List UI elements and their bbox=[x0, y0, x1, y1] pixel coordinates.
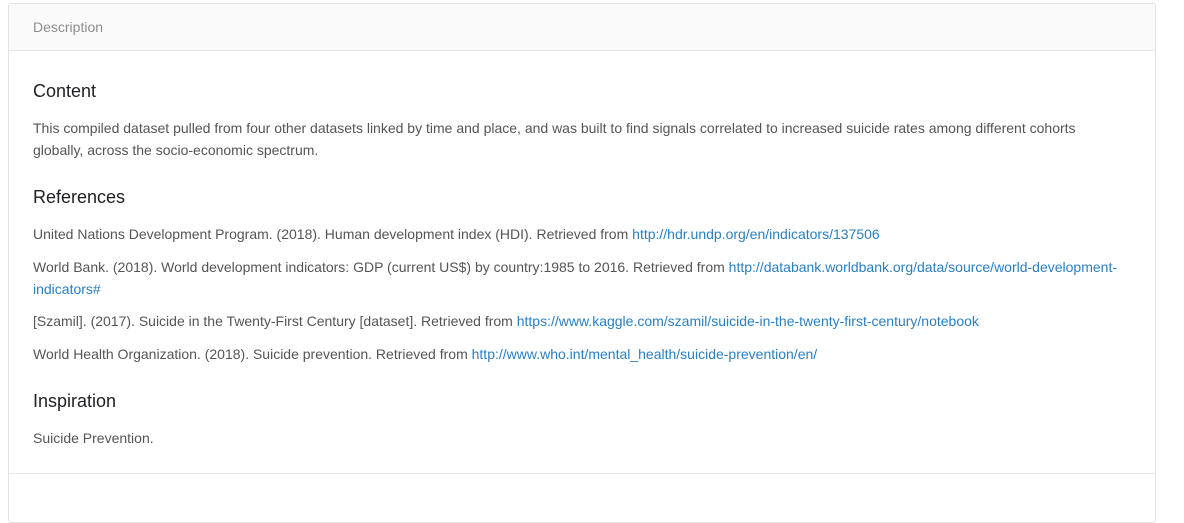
content-text: This compiled dataset pulled from four o… bbox=[33, 120, 1076, 158]
footer-divider bbox=[9, 473, 1155, 474]
reference-text: [Szamil]. (2017). Suicide in the Twenty-… bbox=[33, 313, 517, 329]
reference-item: [Szamil]. (2017). Suicide in the Twenty-… bbox=[33, 311, 1123, 333]
reference-link[interactable]: http://www.who.int/mental_health/suicide… bbox=[472, 346, 818, 362]
reference-link[interactable]: http://hdr.undp.org/en/indicators/137506 bbox=[632, 226, 880, 242]
panel-header-label: Description bbox=[33, 18, 104, 35]
inspiration-heading: Inspiration bbox=[33, 391, 117, 411]
reference-text: United Nations Development Program. (201… bbox=[33, 226, 633, 242]
panel-header: Description bbox=[9, 4, 1155, 51]
reference-item: United Nations Development Program. (201… bbox=[33, 224, 1123, 246]
content-heading: Content bbox=[33, 81, 97, 101]
reference-item: World Bank. (2018). World development in… bbox=[33, 257, 1123, 300]
references-heading: References bbox=[33, 187, 126, 207]
reference-text: World Bank. (2018). World development in… bbox=[33, 259, 729, 275]
description-panel: Description Content This compiled datase… bbox=[8, 3, 1156, 523]
inspiration-text: Suicide Prevention. bbox=[33, 430, 154, 446]
reference-text: World Health Organization. (2018). Suici… bbox=[33, 346, 472, 362]
reference-link[interactable]: https://www.kaggle.com/szamil/suicide-in… bbox=[517, 313, 979, 329]
reference-item: World Health Organization. (2018). Suici… bbox=[33, 344, 1123, 366]
